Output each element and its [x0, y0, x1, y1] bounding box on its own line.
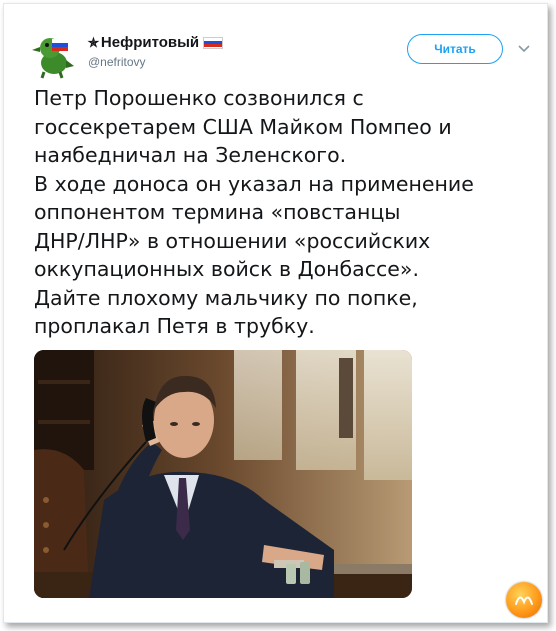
tweet-text-line: наябедничал на Зеленского. [34, 143, 347, 167]
avatar-image [32, 38, 74, 79]
tweet-text: Петр Порошенко созвонился с госсекретаре… [34, 84, 539, 341]
chevron-down-icon[interactable] [516, 40, 532, 56]
tweet-text-line: В ходе доноса он указал на применение [34, 171, 474, 196]
tweet-text-line: госсекретарем США Майком Помпео и [34, 114, 452, 139]
watermark-badge-icon [506, 582, 542, 618]
user-handle[interactable]: @nefritovy [88, 55, 146, 69]
tweet-photo[interactable] [34, 350, 412, 598]
russian-flag-icon [203, 36, 224, 49]
tweet-text-line: оппонентом термина «повстанцы [34, 200, 401, 224]
tweet-text-line: проплакал Петя в трубку. [34, 314, 315, 338]
tweet-text-line: ДНР/ЛНР» в отношении «российских [34, 228, 431, 253]
photo-image [34, 350, 412, 598]
user-name-text: Нефритовый [100, 34, 200, 51]
user-display-name[interactable]: ✯ Нефритовый [88, 34, 224, 51]
tweet-text-line: Дайте плохому мальчику по попке, [34, 285, 418, 310]
user-avatar[interactable] [30, 30, 80, 80]
tweet-text-line: Петр Порошенко созвонился с [34, 86, 364, 110]
follow-button[interactable]: Читать [407, 34, 503, 64]
star-icon: ✯ [88, 34, 99, 50]
tweet-text-line: оккупационных войск в Донбассе». [34, 257, 419, 281]
tweet-card: ✯ Нефритовый @nefritovy Читать Петр Поро… [3, 3, 548, 623]
watermark-glyph [515, 596, 533, 605]
